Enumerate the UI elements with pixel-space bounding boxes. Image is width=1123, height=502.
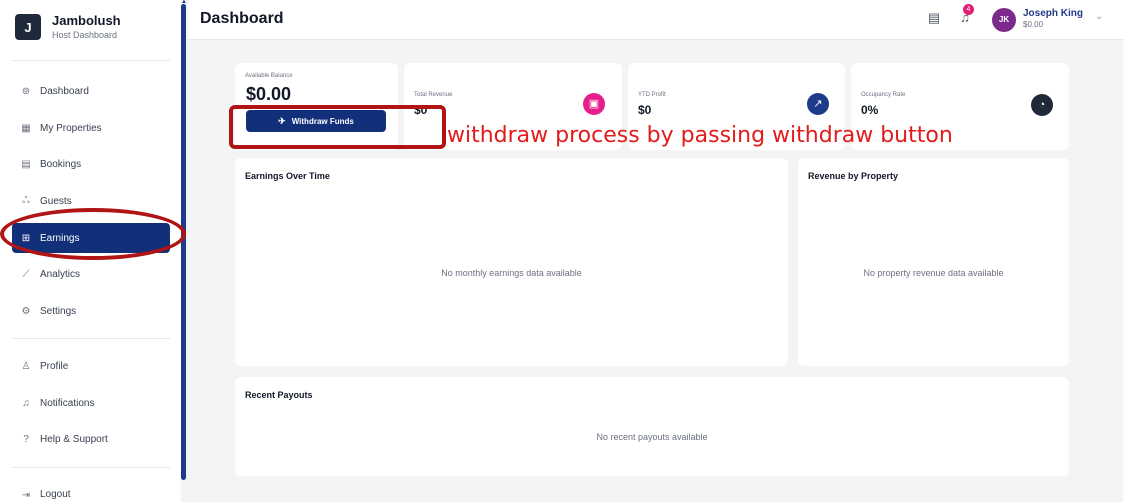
sidebar-item-label: My Properties <box>40 122 102 134</box>
sidebar-divider <box>12 60 170 61</box>
dashboard-icon: ⊚ <box>21 85 31 97</box>
sidebar-item-logout[interactable]: ⇥ Logout <box>12 485 170 502</box>
gear-icon: ⚙ <box>21 305 31 317</box>
page-title: Dashboard <box>200 10 284 27</box>
earnings-over-time-title: Earnings Over Time <box>245 171 330 181</box>
property-empty-message: No property revenue data available <box>863 268 1004 278</box>
building-icon: ▦ <box>21 122 31 134</box>
user-balance: $0.00 <box>1023 20 1044 29</box>
ytd-profit-label: YTD Profit <box>638 92 666 98</box>
brand-subtitle: Host Dashboard <box>52 30 118 40</box>
sidebar-divider <box>12 467 170 468</box>
sidebar-item-label: Settings <box>40 305 77 317</box>
earnings-highlight-ellipse <box>0 208 186 260</box>
sidebar-item-bookings[interactable]: ▤ Bookings <box>12 149 170 179</box>
sidebar-item-label: Guests <box>40 195 72 207</box>
user-icon: ♙ <box>21 360 31 372</box>
chevron-down-icon[interactable]: ⌄ <box>1095 11 1103 22</box>
sidebar-item-settings[interactable]: ⚙ Settings <box>12 296 170 326</box>
cash-icon: ▣ <box>583 93 605 115</box>
sidebar-item-label: Profile <box>40 360 69 372</box>
sidebar-item-notifications[interactable]: ♫ Notifications <box>12 388 170 418</box>
user-name[interactable]: Joseph King <box>1023 8 1083 19</box>
balance-label: Available Balance <box>245 73 293 79</box>
sidebar-item-label: Bookings <box>40 158 82 170</box>
brand-logo: J <box>15 14 41 40</box>
withdraw-highlight-box <box>229 105 446 149</box>
sidebar-scrollbar[interactable] <box>181 4 186 480</box>
occupancy-rate-value: 0% <box>861 103 879 117</box>
top-header: Dashboard ▤ ♫ 4 JK Joseph King $0.00 ⌄ <box>188 0 1123 40</box>
sidebar-item-label: Analytics <box>40 268 81 280</box>
calendar-icon: ▤ <box>21 158 31 170</box>
logout-icon: ⇥ <box>21 489 31 501</box>
earnings-empty-message: No monthly earnings data available <box>441 268 582 278</box>
revenue-by-property-title: Revenue by Property <box>808 171 899 181</box>
chart-line-icon: ⟋ <box>22 268 30 280</box>
help-icon: ? <box>23 433 29 445</box>
recent-payouts-panel: Recent Payouts No recent payouts availab… <box>235 377 1069 476</box>
recent-payouts-title: Recent Payouts <box>245 390 313 400</box>
sidebar-item-label: Notifications <box>40 397 95 409</box>
gauge-icon: ◔ <box>1031 94 1053 116</box>
brand-name: Jambolush <box>52 13 121 28</box>
occupancy-rate-label: Occupancy Rate <box>861 92 906 98</box>
notification-count-badge: 4 <box>963 4 974 15</box>
sidebar-item-label: Dashboard <box>40 85 89 97</box>
sidebar-divider <box>12 338 170 339</box>
sidebar-item-my-properties[interactable]: ▦ My Properties <box>12 113 170 143</box>
sidebar-item-dashboard[interactable]: ⊚ Dashboard <box>12 76 170 106</box>
sidebar-item-profile[interactable]: ♙ Profile <box>12 351 170 381</box>
trend-up-icon: ↗ <box>807 93 829 115</box>
avatar[interactable]: JK <box>992 8 1016 32</box>
earnings-over-time-panel: Earnings Over Time No monthly earnings d… <box>235 158 788 366</box>
sidebar-item-analytics[interactable]: ⟋ Analytics <box>12 259 170 289</box>
sidebar-item-label: Help & Support <box>40 433 108 445</box>
sidebar-item-help[interactable]: ? Help & Support <box>12 424 170 454</box>
annotation-text: withdraw process by passing withdraw but… <box>447 123 953 148</box>
balance-value: $0.00 <box>246 84 292 104</box>
sidebar-item-label: Logout <box>40 489 71 500</box>
users-icon: ஃ <box>22 195 30 206</box>
revenue-by-property-panel: Revenue by Property No property revenue … <box>798 158 1069 366</box>
payouts-empty-message: No recent payouts available <box>596 432 708 442</box>
ytd-profit-value: $0 <box>638 103 652 117</box>
bell-icon: ♫ <box>22 397 30 409</box>
messages-icon[interactable]: ▤ <box>926 10 942 26</box>
total-revenue-label: Total Revenue <box>414 92 453 98</box>
brand[interactable]: J Jambolush Host Dashboard <box>15 13 121 41</box>
